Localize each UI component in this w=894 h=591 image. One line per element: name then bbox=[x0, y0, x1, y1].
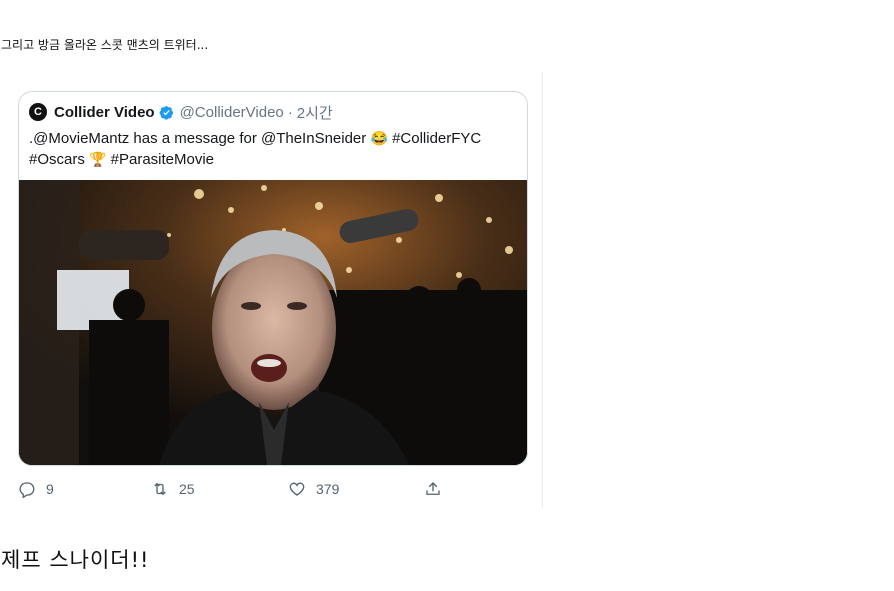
hashtag-parasitemovie[interactable]: #ParasiteMovie bbox=[111, 151, 214, 168]
tweet-text-line1: .@MovieMantz has a message for @TheInSne… bbox=[29, 130, 367, 147]
reply-action[interactable]: 9 bbox=[18, 480, 54, 498]
like-count: 379 bbox=[316, 481, 340, 497]
tweet-timestamp[interactable]: 2시간 bbox=[297, 102, 333, 123]
retweet-count: 25 bbox=[179, 481, 195, 497]
post-caption-bottom: 제프 스나이더!! bbox=[1, 548, 150, 572]
reply-count: 9 bbox=[46, 481, 54, 497]
retweet-icon bbox=[154, 482, 166, 496]
retweet-action[interactable]: 25 bbox=[151, 480, 195, 498]
tweet-header: C Collider Video @ColliderVideo · 2시간 bbox=[29, 102, 333, 122]
reply-icon bbox=[19, 482, 35, 498]
post-caption-top: 그리고 방금 올라온 스콧 맨츠의 트위터... bbox=[1, 38, 209, 52]
heart-icon bbox=[289, 482, 305, 496]
hashtag-colliderfyc[interactable]: #ColliderFYC bbox=[392, 130, 481, 147]
like-action[interactable]: 379 bbox=[288, 480, 339, 498]
logo-letter: C bbox=[34, 106, 42, 118]
video-frame-illustration bbox=[19, 180, 527, 465]
tweet-author-handle[interactable]: @ColliderVideo bbox=[180, 104, 284, 121]
share-icon bbox=[426, 482, 440, 495]
collider-logo-icon[interactable]: C bbox=[29, 103, 47, 121]
hashtag-oscars[interactable]: #Oscars bbox=[29, 151, 85, 168]
embedded-tweet-column: C Collider Video @ColliderVideo · 2시간 .@… bbox=[0, 72, 543, 508]
tweet-video-thumbnail[interactable] bbox=[19, 180, 527, 465]
embedded-tweet-card[interactable]: C Collider Video @ColliderVideo · 2시간 .@… bbox=[18, 91, 528, 466]
tweet-separator: · bbox=[287, 103, 293, 121]
tweet-actions: 9 25 379 bbox=[18, 480, 448, 502]
laughing-emoji-icon: 😂 bbox=[370, 130, 388, 146]
tweet-author-name[interactable]: Collider Video bbox=[54, 104, 155, 121]
trophy-emoji-icon: 🏆 bbox=[89, 151, 107, 167]
tweet-text: .@MovieMantz has a message for @TheInSne… bbox=[29, 128, 517, 170]
share-action[interactable] bbox=[424, 480, 452, 498]
verified-badge-icon bbox=[159, 105, 173, 120]
